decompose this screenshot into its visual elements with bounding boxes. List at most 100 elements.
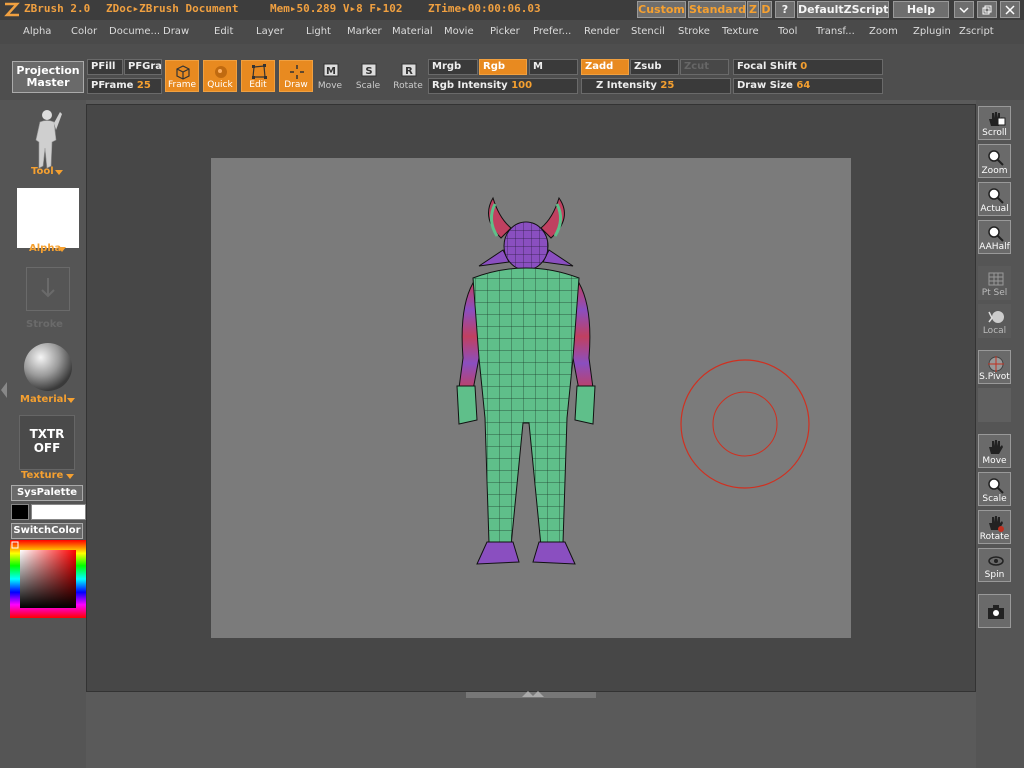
texture-thumbnail[interactable]: TXTR OFF xyxy=(19,415,75,470)
edit-button[interactable]: Edit xyxy=(241,60,275,92)
focal-shift-slider[interactable]: Focal Shift 0 xyxy=(733,59,883,75)
close-icon[interactable] xyxy=(1000,1,1020,18)
z-button[interactable]: Z xyxy=(747,1,759,18)
actual-label: Actual xyxy=(980,204,1009,214)
menu-draw[interactable]: Draw xyxy=(163,26,189,37)
menu-stencil[interactable]: Stencil xyxy=(631,26,665,37)
restore-icon[interactable] xyxy=(977,1,997,18)
scale-view-button[interactable]: Scale xyxy=(978,472,1011,506)
tool-figure-icon[interactable] xyxy=(28,108,64,170)
document-title: ZDoc▸ZBrush Document xyxy=(106,2,239,15)
frame-button[interactable]: Frame xyxy=(165,60,199,92)
menu-movie[interactable]: Movie xyxy=(444,26,474,37)
pfgra-button[interactable]: PFGra xyxy=(124,59,162,75)
minimize-icon[interactable] xyxy=(954,1,974,18)
material-label[interactable]: Material xyxy=(20,394,67,405)
texture-dropdown-icon[interactable] xyxy=(66,474,74,479)
memory-readout: Mem▸50.289 V▸8 F▸102 xyxy=(270,2,403,15)
material-dropdown-icon[interactable] xyxy=(67,398,75,403)
menu-material[interactable]: Material xyxy=(392,26,433,37)
app-title: ZBrush 2.0 xyxy=(24,2,91,15)
document-canvas[interactable] xyxy=(211,158,851,638)
spivot-button[interactable]: S.Pivot xyxy=(978,350,1011,384)
menu-tool[interactable]: Tool xyxy=(778,26,797,37)
menu-render[interactable]: Render xyxy=(584,26,620,37)
stroke-label[interactable]: Stroke xyxy=(26,319,63,330)
local-label: Local xyxy=(982,326,1007,336)
switchcolor-button[interactable]: SwitchColor xyxy=(11,523,83,539)
draw-size-label: Draw Size xyxy=(737,80,793,91)
menu-document[interactable]: Docume... xyxy=(109,26,160,37)
aahalf-button[interactable]: AAHalf xyxy=(978,220,1011,254)
menu-layer[interactable]: Layer xyxy=(256,26,284,37)
pframe-slider[interactable]: PFrame 25 xyxy=(87,78,162,94)
draw-size-slider[interactable]: Draw Size 64 xyxy=(733,78,883,94)
secondary-color-swatch[interactable] xyxy=(31,504,86,520)
draw-button[interactable]: Draw xyxy=(279,60,313,92)
snapshot-button[interactable] xyxy=(978,594,1011,628)
spin-button[interactable]: Spin xyxy=(978,548,1011,582)
menu-edit[interactable]: Edit xyxy=(214,26,233,37)
character-model[interactable] xyxy=(456,196,596,565)
menu-transform[interactable]: Transf... xyxy=(816,26,855,37)
z-intensity-slider[interactable]: Z Intensity 25 xyxy=(581,78,731,94)
scale-mode-button[interactable]: S Scale xyxy=(351,60,385,92)
tool-label[interactable]: Tool xyxy=(31,166,54,177)
menu-marker[interactable]: Marker xyxy=(347,26,382,37)
actual-button[interactable]: Actual xyxy=(978,182,1011,216)
zoom-button[interactable]: Zoom xyxy=(978,144,1011,178)
title-bar: ZBrush 2.0 ZDoc▸ZBrush Document Mem▸50.2… xyxy=(0,0,1024,20)
d-button[interactable]: D xyxy=(760,1,772,18)
scroll-button[interactable]: Scroll xyxy=(978,106,1011,140)
menu-stroke[interactable]: Stroke xyxy=(678,26,710,37)
menu-zscript[interactable]: Zscript xyxy=(959,26,994,37)
quick-button[interactable]: Quick xyxy=(203,60,237,92)
move-view-button[interactable]: Move xyxy=(978,434,1011,468)
menu-color[interactable]: Color xyxy=(71,26,97,37)
zcut-button[interactable]: Zcut xyxy=(680,59,729,75)
alpha-thumbnail[interactable] xyxy=(17,188,79,248)
projection-master-button[interactable]: Projection Master xyxy=(12,61,84,93)
camera-icon xyxy=(988,605,1004,619)
texture-label[interactable]: Texture xyxy=(21,470,63,481)
menu-zplugin[interactable]: Zplugin xyxy=(913,26,951,37)
move-view-label: Move xyxy=(982,456,1007,466)
brush-inner-circle xyxy=(712,391,778,457)
help-question-button[interactable]: ? xyxy=(775,1,795,18)
alpha-dropdown-icon[interactable] xyxy=(58,247,66,252)
color-picker[interactable] xyxy=(10,540,86,618)
tool-dropdown-icon[interactable] xyxy=(55,170,63,175)
default-zscript-button[interactable]: DefaultZScript xyxy=(797,1,889,18)
menu-zoom[interactable]: Zoom xyxy=(869,26,898,37)
rgb-button[interactable]: Rgb xyxy=(479,59,527,75)
rotate-view-button[interactable]: Rotate xyxy=(978,510,1011,544)
pfill-button[interactable]: PFill xyxy=(87,59,123,75)
m-button[interactable]: M xyxy=(529,59,578,75)
move-label: Move xyxy=(317,81,343,91)
primary-color-swatch[interactable] xyxy=(11,504,29,520)
material-sphere-icon[interactable] xyxy=(23,342,73,392)
menu-texture[interactable]: Texture xyxy=(722,26,759,37)
rgb-intensity-slider[interactable]: Rgb Intensity 100 xyxy=(428,78,578,94)
rotate-mode-button[interactable]: R Rotate xyxy=(391,60,425,92)
zsub-button[interactable]: Zsub xyxy=(630,59,679,75)
pt-sel-button[interactable]: Pt Sel xyxy=(978,266,1011,300)
menu-picker[interactable]: Picker xyxy=(490,26,520,37)
left-tray-collapse-icon[interactable] xyxy=(0,380,8,400)
mrgb-button[interactable]: Mrgb xyxy=(428,59,478,75)
focal-shift-label: Focal Shift xyxy=(737,61,797,72)
move-mode-button[interactable]: M Move xyxy=(313,60,347,92)
menu-light[interactable]: Light xyxy=(306,26,331,37)
bottom-tray-expand-icon[interactable] xyxy=(520,690,544,698)
menu-alpha[interactable]: Alpha xyxy=(23,26,51,37)
alpha-label[interactable]: Alpha xyxy=(29,243,61,254)
actual-size-icon xyxy=(988,188,1004,204)
custom-ui-button[interactable]: Custom xyxy=(637,1,686,18)
menu-preferences[interactable]: Prefer... xyxy=(533,26,571,37)
stroke-thumbnail[interactable] xyxy=(26,267,70,311)
syspalette-button[interactable]: SysPalette xyxy=(11,485,83,501)
help-button[interactable]: Help xyxy=(893,1,949,18)
standard-ui-button[interactable]: Standard xyxy=(688,1,746,18)
zadd-button[interactable]: Zadd xyxy=(581,59,629,75)
local-button[interactable]: Local xyxy=(978,304,1011,338)
